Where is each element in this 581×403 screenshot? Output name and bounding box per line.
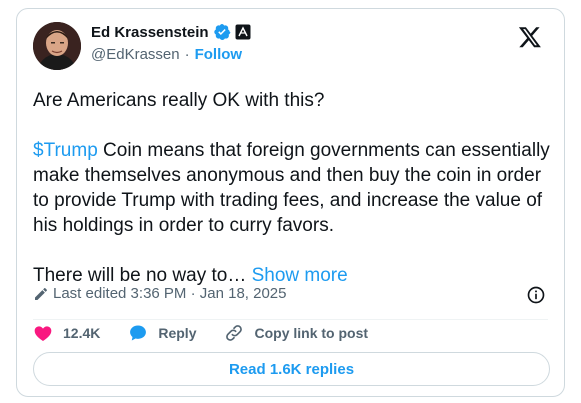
copy-link-label: Copy link to post bbox=[254, 325, 369, 341]
avatar-image bbox=[33, 22, 81, 70]
verified-badge-icon bbox=[213, 23, 230, 41]
tweet-line-1: Are Americans really OK with this? bbox=[33, 90, 325, 111]
edited-info[interactable]: Last edited 3:36 PM · Jan 18, 2025 bbox=[33, 285, 287, 302]
tweet-paragraph-2: $Trump Coin means that foreign governmen… bbox=[33, 138, 553, 238]
follow-button[interactable]: Follow bbox=[195, 46, 243, 63]
action-bar: 12.4K Reply Copy link to post bbox=[33, 322, 396, 344]
tweet-paragraph-3-text: There will be no way to… bbox=[33, 265, 247, 286]
cashtag-link[interactable]: $Trump bbox=[33, 140, 98, 161]
edited-label: Last edited 3:36 PM · Jan 18, 2025 bbox=[53, 285, 287, 302]
tweet-paragraph-2-text: Coin means that foreign governments can … bbox=[33, 140, 550, 236]
reply-label: Reply bbox=[158, 325, 197, 341]
copy-link-button[interactable]: Copy link to post bbox=[224, 323, 368, 343]
like-count: 12.4K bbox=[63, 325, 101, 341]
show-more-link[interactable]: Show more bbox=[252, 265, 348, 286]
read-replies-button[interactable]: Read 1.6K replies bbox=[33, 352, 550, 386]
tweet-text: Are Americans really OK with this? $Trum… bbox=[33, 88, 553, 288]
divider bbox=[33, 319, 548, 320]
reply-button[interactable]: Reply bbox=[128, 323, 196, 343]
separator-dot: · bbox=[184, 46, 190, 63]
link-icon bbox=[226, 325, 243, 341]
x-logo-icon[interactable] bbox=[518, 25, 542, 49]
tweet-card: Ed Krassenstein @EdKrassen · Follow Are … bbox=[16, 8, 565, 397]
like-button[interactable]: 12.4K bbox=[33, 323, 100, 343]
heart-icon bbox=[34, 326, 52, 341]
affiliation-badge-icon[interactable] bbox=[235, 24, 251, 40]
info-icon[interactable] bbox=[526, 285, 546, 305]
reply-bubble-icon bbox=[130, 325, 147, 341]
author-handle[interactable]: @EdKrassen bbox=[91, 46, 180, 63]
avatar[interactable] bbox=[33, 22, 81, 70]
author-name[interactable]: Ed Krassenstein bbox=[91, 24, 209, 41]
pencil-icon bbox=[35, 287, 47, 300]
